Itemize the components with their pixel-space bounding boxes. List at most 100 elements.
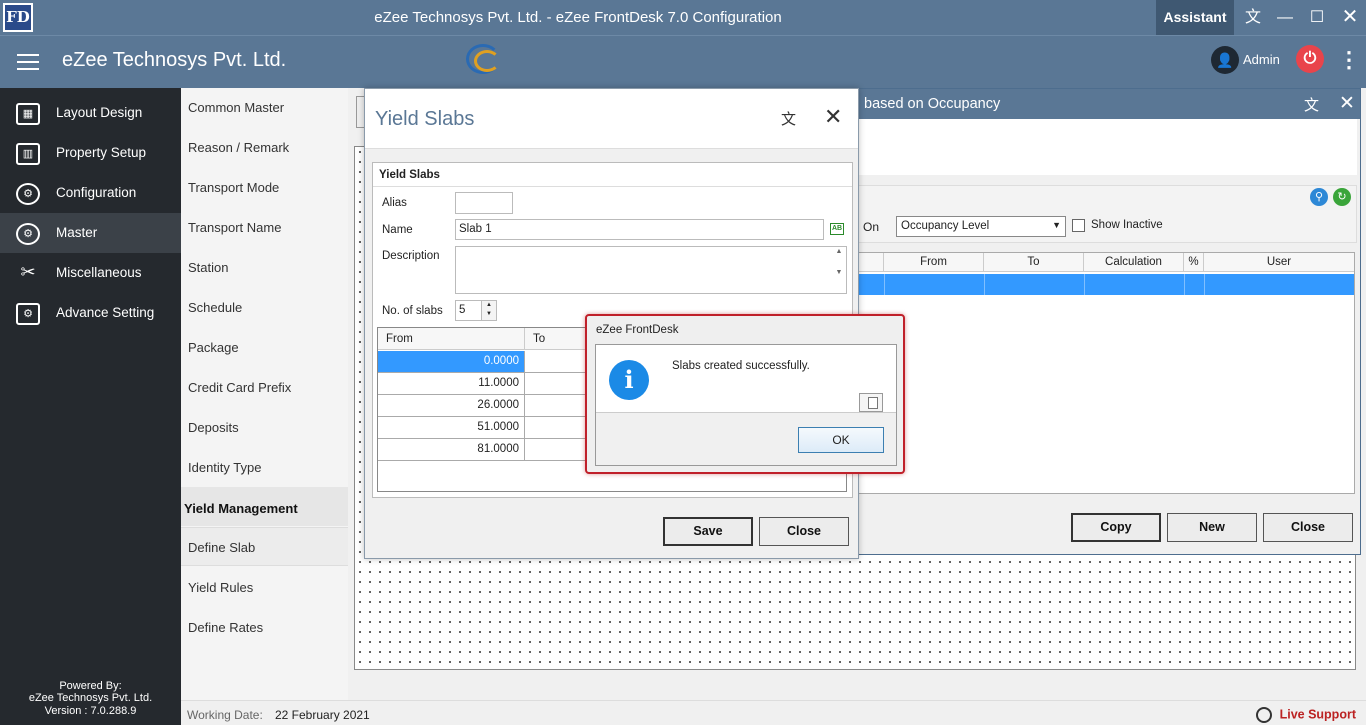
on-label: On — [863, 220, 880, 234]
user-avatar-icon[interactable]: 👤 — [1211, 46, 1239, 74]
subnav-define-rates[interactable]: Define Rates — [188, 620, 263, 635]
sidebar-item-layout-design[interactable]: ▦ Layout Design — [0, 93, 181, 133]
minimize-icon[interactable]: — — [1269, 0, 1301, 35]
grid-cell-divider — [1084, 274, 1085, 295]
ezee-logo-arc-icon — [474, 50, 500, 72]
close-icon[interactable]: ✕ — [1334, 0, 1366, 35]
grid-header-user[interactable]: User — [1204, 253, 1354, 272]
maximize-icon[interactable]: ☐ — [1301, 0, 1333, 35]
close-icon[interactable]: ✕ — [1339, 92, 1355, 115]
alias-label: Alias — [382, 197, 407, 209]
ok-button[interactable]: OK — [798, 427, 884, 453]
table-row[interactable] — [857, 274, 1354, 295]
subnav-common-master[interactable]: Common Master — [188, 100, 284, 115]
copy-icon[interactable] — [859, 393, 883, 412]
occupancy-grid[interactable]: From To Calculation % User — [856, 252, 1355, 494]
group-title: Yield Slabs — [379, 169, 440, 181]
translate-icon[interactable]: 文 — [1304, 94, 1319, 115]
sidebar-item-label: Configuration — [56, 185, 137, 200]
translate-icon[interactable]: 文 — [781, 108, 796, 129]
scrollbar[interactable]: ▲ ▼ — [833, 248, 845, 292]
hamburger-menu-icon[interactable] — [17, 54, 39, 70]
subnav-transport-name[interactable]: Transport Name — [188, 220, 281, 235]
occupancy-type-value: Occupancy Level — [901, 220, 990, 232]
user-name[interactable]: Admin — [1243, 52, 1280, 67]
grid-cell-divider — [984, 274, 985, 295]
subnav-transport-mode[interactable]: Transport Mode — [188, 180, 279, 195]
sidebar-item-label: Master — [56, 225, 98, 240]
advance-settings-icon: ⚙ — [16, 303, 40, 325]
slab-from-cell[interactable]: 11.0000 — [378, 373, 525, 394]
app-header: eZee Technosys Pvt. Ltd. 👤 Admin ⏻ ⋮ — [0, 35, 1366, 88]
grid-header-to[interactable]: To — [984, 253, 1084, 272]
company-name: eZee Technosys Pvt. Ltd. — [62, 49, 287, 71]
title-bar: FD eZee Technosys Pvt. Ltd. - eZee Front… — [0, 0, 1366, 35]
slab-from-cell[interactable]: 81.0000 — [378, 439, 525, 460]
new-button[interactable]: New — [1167, 513, 1257, 542]
sidebar-item-miscellaneous[interactable]: ✂ Miscellaneous — [0, 253, 181, 293]
building-icon: ▥ — [16, 143, 40, 165]
subnav-station[interactable]: Station — [188, 260, 228, 275]
copy-button[interactable]: Copy — [1071, 513, 1161, 542]
name-label: Name — [382, 224, 413, 236]
slab-from-cell[interactable]: 51.0000 — [378, 417, 525, 438]
main-sidebar: ▦ Layout Design ▥ Property Setup ⚙ Confi… — [0, 88, 181, 725]
status-bar: Working Date: 22 February 2021 Live Supp… — [181, 700, 1366, 725]
description-label: Description — [382, 250, 440, 262]
slab-from-cell[interactable]: 26.0000 — [378, 395, 525, 416]
sidebar-item-label: Miscellaneous — [56, 265, 142, 280]
power-icon[interactable]: ⏻ — [1296, 45, 1324, 73]
live-support-label: Live Support — [1279, 707, 1356, 722]
subnav-identity-type[interactable]: Identity Type — [188, 460, 261, 475]
working-date-value: 22 February 2021 — [275, 708, 370, 722]
sidebar-item-property-setup[interactable]: ▥ Property Setup — [0, 133, 181, 173]
subnav-reason-remark[interactable]: Reason / Remark — [188, 140, 289, 155]
yield-close-button[interactable]: Close — [759, 517, 849, 546]
occupancy-type-select[interactable]: Occupancy Level ▼ — [896, 216, 1066, 237]
subnav-package[interactable]: Package — [188, 340, 239, 355]
grid-cell-divider — [1204, 274, 1205, 295]
powered-by: Powered By: eZee Technosys Pvt. Ltd. Ver… — [0, 680, 181, 718]
subnav-credit-card-prefix[interactable]: Credit Card Prefix — [188, 380, 291, 395]
grid-header-from[interactable]: From — [884, 253, 984, 272]
translate-icon[interactable]: 文 — [1237, 0, 1269, 35]
slabs-count-input[interactable]: 5 — [455, 300, 482, 321]
show-inactive-checkbox[interactable] — [1072, 219, 1085, 232]
sidebar-item-configuration[interactable]: ⚙ Configuration — [0, 173, 181, 213]
subnav-yield-management[interactable]: Yield Management — [184, 501, 298, 516]
working-date-label: Working Date: — [187, 708, 263, 722]
close-icon[interactable]: ✕ — [824, 104, 842, 130]
slab-header-from[interactable]: From — [378, 328, 525, 350]
master-subnav: Common Master Reason / Remark Transport … — [181, 88, 348, 700]
grid-header-percent[interactable]: % — [1184, 253, 1204, 272]
slab-from-cell[interactable]: 0.0000 — [378, 351, 525, 372]
refresh-icon[interactable]: ↻ — [1333, 188, 1351, 206]
slabs-count-label: No. of slabs — [382, 305, 443, 317]
assistant-button[interactable]: Assistant — [1156, 0, 1234, 35]
sidebar-item-master[interactable]: ⚙ Master — [0, 213, 181, 253]
subnav-define-slab[interactable]: Define Slab — [188, 540, 255, 555]
occupancy-close-button[interactable]: Close — [1263, 513, 1353, 542]
translate-field-icon[interactable]: AB — [830, 223, 844, 235]
subnav-schedule[interactable]: Schedule — [188, 300, 242, 315]
save-button[interactable]: Save — [663, 517, 753, 546]
subnav-deposits[interactable]: Deposits — [188, 420, 239, 435]
occupancy-window-titlebar: based on Occupancy 文 ✕ — [849, 89, 1360, 119]
sidebar-item-label: Layout Design — [56, 105, 143, 120]
gear-icon: ⚙ — [16, 183, 40, 205]
live-support-link[interactable]: Live Support — [1255, 707, 1356, 723]
more-options-icon[interactable]: ⋮ — [1338, 47, 1360, 73]
powered-by-label: Powered By: — [59, 679, 122, 692]
description-input[interactable] — [455, 246, 847, 294]
alias-input[interactable] — [455, 192, 513, 214]
subnav-yield-rules[interactable]: Yield Rules — [188, 580, 253, 595]
message-text: Slabs created successfully. — [672, 360, 810, 372]
slabs-spinner-icon[interactable]: ▲ ▼ — [481, 300, 497, 321]
grid-header-calculation[interactable]: Calculation — [1084, 253, 1184, 272]
sidebar-item-advance-setting[interactable]: ⚙ Advance Setting — [0, 293, 181, 333]
name-input[interactable]: Slab 1 — [455, 219, 824, 240]
show-inactive-label[interactable]: Show Inactive — [1091, 219, 1163, 231]
occupancy-header-area — [857, 119, 1357, 175]
search-icon[interactable]: ⚲ — [1310, 188, 1328, 206]
message-dialog-body: i Slabs created successfully. — [596, 345, 896, 413]
